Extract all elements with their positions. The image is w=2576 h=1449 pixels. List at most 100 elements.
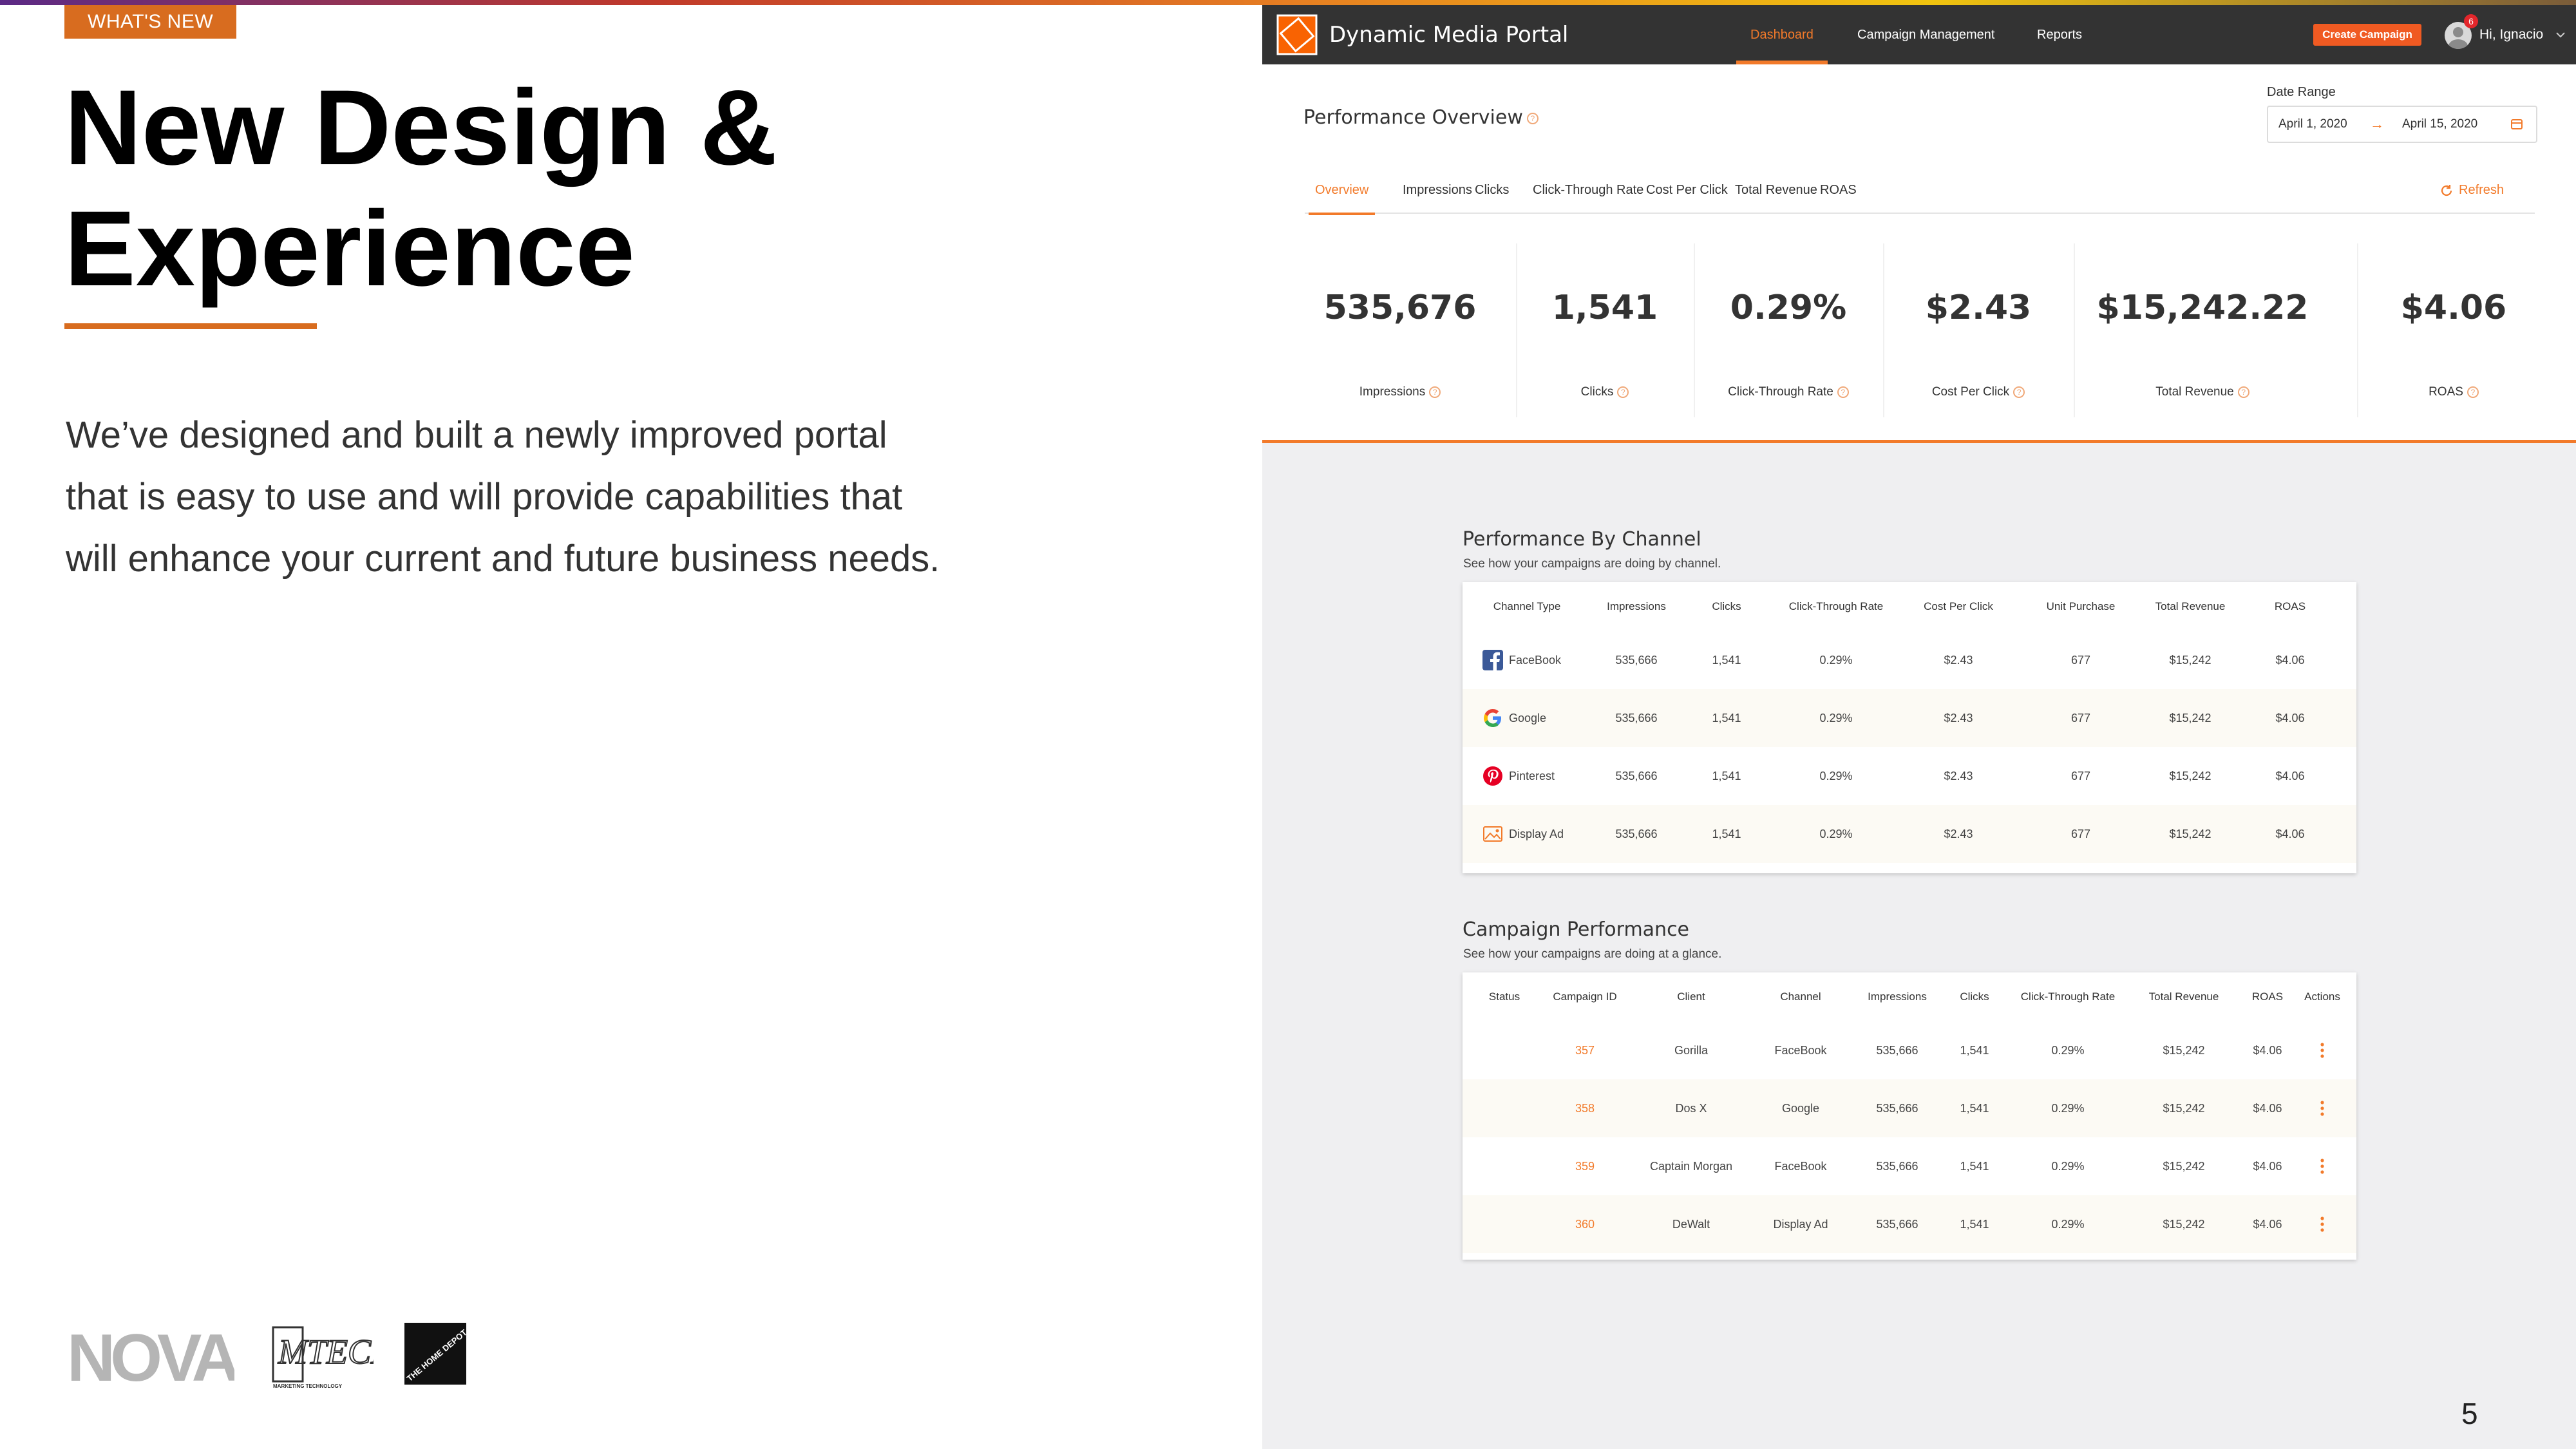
more-actions-icon[interactable] bbox=[2309, 1021, 2335, 1079]
campaign-id-link[interactable]: 357 bbox=[1540, 1021, 1630, 1079]
table-row[interactable]: 360 DeWalt Display Ad 535,666 1,541 0.29… bbox=[1463, 1195, 2356, 1253]
client-cell: DeWalt bbox=[1672, 1218, 1710, 1231]
metric-value: 535,676 bbox=[1323, 289, 1477, 327]
nav-link-campaign-management[interactable]: Campaign Management bbox=[1857, 5, 1994, 64]
th-unit-purchase[interactable]: Unit Purchase bbox=[2023, 582, 2139, 631]
calendar-icon[interactable] bbox=[2510, 117, 2523, 130]
metric-roas[interactable]: $4.06 ROAS? bbox=[2357, 243, 2550, 417]
help-icon[interactable]: ? bbox=[1617, 386, 1629, 398]
slide-body-text: We’ve designed and built a newly improve… bbox=[66, 404, 967, 590]
tab-total-revenue[interactable]: Total Revenue bbox=[1735, 178, 1817, 214]
tab-impressions[interactable]: Impressions bbox=[1403, 178, 1472, 214]
ctr-cell: 0.29% bbox=[2051, 1160, 2085, 1173]
impressions-cell: 535,666 bbox=[1615, 770, 1658, 782]
channel-section-title: Performance By Channel bbox=[1463, 528, 1701, 551]
clicks-cell: 1,541 bbox=[1712, 828, 1741, 840]
table-row[interactable]: 359 Captain Morgan FaceBook 535,666 1,54… bbox=[1463, 1137, 2356, 1195]
help-icon[interactable]: ? bbox=[1526, 112, 1539, 124]
ctr-cell: 0.29% bbox=[2051, 1218, 2085, 1231]
th-roas[interactable]: ROAS bbox=[2235, 972, 2300, 1021]
metric-label: Click-Through Rate? bbox=[1694, 385, 1883, 399]
th-cost-per-click[interactable]: Cost Per Click bbox=[1907, 582, 2010, 631]
metric-label: Impressions? bbox=[1310, 385, 1490, 399]
help-icon[interactable]: ? bbox=[2013, 386, 2025, 398]
impressions-cell: 535,666 bbox=[1876, 1160, 1918, 1173]
more-actions-icon[interactable] bbox=[2309, 1195, 2335, 1253]
campaign-id-link[interactable]: 359 bbox=[1540, 1137, 1630, 1195]
nav-link-dashboard[interactable]: Dashboard bbox=[1736, 5, 1828, 64]
metric-impressions[interactable]: 535,676 Impressions? bbox=[1310, 243, 1490, 417]
table-row[interactable]: 358 Dos X Google 535,666 1,541 0.29% $15… bbox=[1463, 1079, 2356, 1137]
roas-cell: $4.06 bbox=[2253, 1218, 2282, 1231]
impressions-cell: 535,666 bbox=[1876, 1044, 1918, 1057]
th-click-through-rate[interactable]: Click-Through Rate bbox=[1778, 582, 1894, 631]
campaign-id-link[interactable]: 358 bbox=[1540, 1079, 1630, 1137]
slide-title: New Design & Experience bbox=[64, 68, 1030, 310]
th-roas[interactable]: ROAS bbox=[2255, 582, 2325, 631]
table-row[interactable]: FaceBook 535,666 1,541 0.29% $2.43 677 $… bbox=[1463, 631, 2356, 689]
tab-cost-per-click[interactable]: Cost Per Click bbox=[1646, 178, 1728, 214]
th-actions[interactable]: Actions bbox=[2293, 972, 2351, 1021]
nav-link-reports[interactable]: Reports bbox=[2037, 5, 2082, 64]
th-clicks[interactable]: Clicks bbox=[1701, 582, 1752, 631]
create-campaign-button[interactable]: Create Campaign bbox=[2313, 24, 2421, 46]
help-icon[interactable]: ? bbox=[2467, 386, 2479, 398]
th-impressions[interactable]: Impressions bbox=[1849, 972, 1946, 1021]
home-depot-nav-logo[interactable] bbox=[1276, 14, 1318, 55]
cpc-cell: $2.43 bbox=[1944, 654, 1973, 667]
th-total-revenue[interactable]: Total Revenue bbox=[2139, 582, 2242, 631]
help-icon[interactable]: ? bbox=[1837, 386, 1849, 398]
more-actions-icon[interactable] bbox=[2309, 1079, 2335, 1137]
client-cell: Captain Morgan bbox=[1649, 1160, 1733, 1173]
clicks-cell: 1,541 bbox=[1960, 1218, 1989, 1231]
roas-cell: $4.06 bbox=[2253, 1102, 2282, 1115]
th-status[interactable]: Status bbox=[1475, 972, 1533, 1021]
help-icon[interactable]: ? bbox=[2237, 386, 2249, 398]
channel-name: FaceBook bbox=[1509, 654, 1562, 667]
campaign-id-link[interactable]: 360 bbox=[1540, 1195, 1630, 1253]
revenue-cell: $15,242 bbox=[2169, 828, 2211, 840]
th-campaign-id[interactable]: Campaign ID bbox=[1540, 972, 1630, 1021]
table-row[interactable]: Google 535,666 1,541 0.29% $2.43 677 $15… bbox=[1463, 689, 2356, 747]
channel-section-subtitle: See how your campaigns are doing by chan… bbox=[1463, 557, 1721, 571]
table-row[interactable]: Display Ad 535,666 1,541 0.29% $2.43 677… bbox=[1463, 805, 2356, 863]
metric-value: $15,242.22 bbox=[2096, 289, 2309, 327]
table-row[interactable]: Pinterest 535,666 1,541 0.29% $2.43 677 … bbox=[1463, 747, 2356, 805]
roas-cell: $4.06 bbox=[2275, 828, 2305, 840]
help-icon[interactable]: ? bbox=[1429, 386, 1441, 398]
body-line-1: We’ve designed and built a newly improve… bbox=[66, 414, 887, 456]
metric-click-through-rate[interactable]: 0.29% Click-Through Rate? bbox=[1694, 243, 1883, 417]
date-range-end[interactable]: April 15, 2020 bbox=[2402, 107, 2477, 142]
metric-total-revenue[interactable]: $15,242.22 Total Revenue? bbox=[2074, 243, 2331, 417]
th-impressions[interactable]: Impressions bbox=[1598, 582, 1675, 631]
revenue-cell: $15,242 bbox=[2169, 654, 2211, 667]
th-total-revenue[interactable]: Total Revenue bbox=[2132, 972, 2235, 1021]
th-click-through-rate[interactable]: Click-Through Rate bbox=[2003, 972, 2132, 1021]
th-clicks[interactable]: Clicks bbox=[1946, 972, 2003, 1021]
th-channel-type[interactable]: Channel Type bbox=[1482, 582, 1572, 631]
nova-logo: NOVA bbox=[67, 1325, 234, 1390]
metric-label: ROAS? bbox=[2357, 385, 2550, 399]
th-channel[interactable]: Channel bbox=[1752, 972, 1849, 1021]
tab-roas[interactable]: ROAS bbox=[1820, 178, 1857, 214]
tab-click-through-rate[interactable]: Click-Through Rate bbox=[1533, 178, 1643, 214]
metric-cost-per-click[interactable]: $2.43 Cost Per Click? bbox=[1883, 243, 2074, 417]
more-actions-icon[interactable] bbox=[2309, 1137, 2335, 1195]
mtech-logo-text: MTECH bbox=[278, 1332, 374, 1371]
chevron-down-icon[interactable] bbox=[2555, 31, 2566, 39]
user-greeting[interactable]: Hi, Ignacio bbox=[2479, 5, 2543, 64]
table-row[interactable]: 357 Gorilla FaceBook 535,666 1,541 0.29%… bbox=[1463, 1021, 2356, 1079]
tab-clicks[interactable]: Clicks bbox=[1475, 178, 1509, 214]
th-client[interactable]: Client bbox=[1630, 972, 1752, 1021]
clicks-cell: 1,541 bbox=[1712, 770, 1741, 782]
revenue-cell: $15,242 bbox=[2163, 1044, 2205, 1057]
date-range-picker[interactable]: April 1, 2020 → April 15, 2020 bbox=[2267, 106, 2537, 143]
tab-overview[interactable]: Overview bbox=[1308, 178, 1376, 215]
date-range-start[interactable]: April 1, 2020 bbox=[2278, 107, 2347, 142]
date-range-label: Date Range bbox=[2267, 85, 2336, 99]
body-line-2: that is easy to use and will provide cap… bbox=[66, 476, 903, 518]
metric-clicks[interactable]: 1,541 Clicks? bbox=[1516, 243, 1694, 417]
impressions-cell: 535,666 bbox=[1615, 712, 1658, 724]
clicks-cell: 1,541 bbox=[1712, 712, 1741, 724]
refresh-button[interactable]: Refresh bbox=[2441, 178, 2504, 202]
